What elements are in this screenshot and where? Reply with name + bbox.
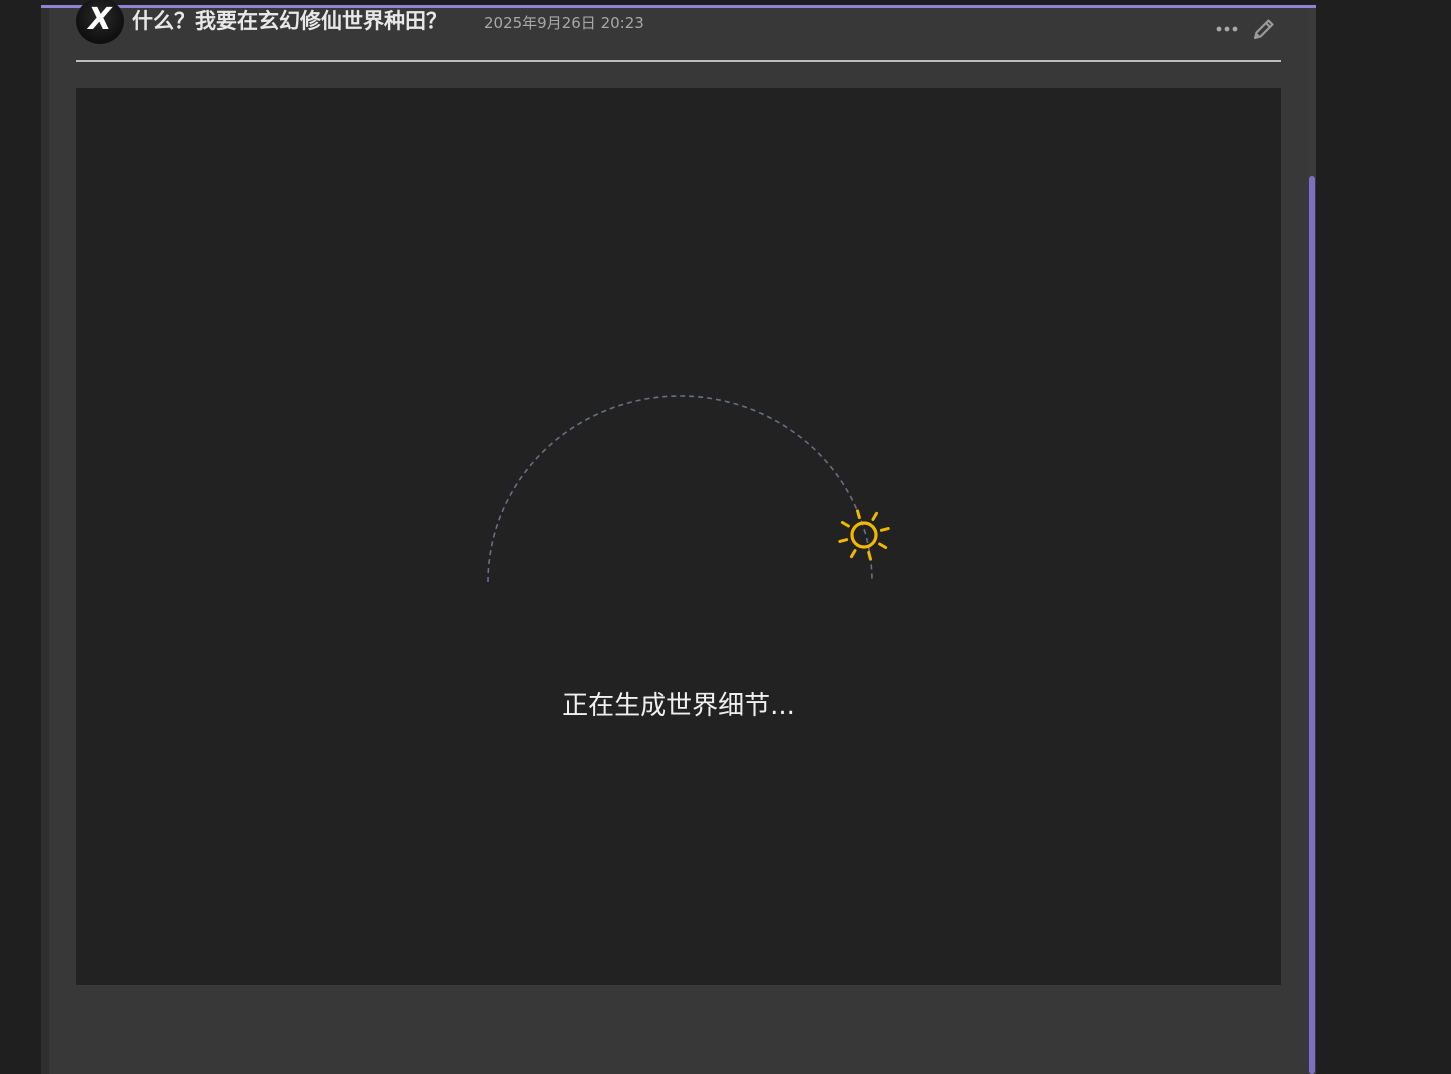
edit-message-button[interactable] [1249, 14, 1279, 44]
avatar-letter: X [88, 2, 112, 37]
message-title: 什么？我要在玄幻修仙世界种田？ [132, 9, 447, 33]
avatar[interactable]: X [76, 0, 124, 44]
message-timestamp: 2025年9月26日 20:23 [484, 14, 644, 32]
loading-status-text: 正在生成世界细节... [562, 691, 795, 721]
more-horizontal-icon [1216, 26, 1238, 32]
panel-left-edge [41, 8, 49, 1074]
sun-icon [838, 509, 890, 561]
header-divider [76, 60, 1281, 62]
sun-arc-path [487, 395, 890, 583]
pencil-icon [1253, 19, 1274, 40]
scrollbar-thumb[interactable] [1309, 176, 1315, 1074]
more-options-button[interactable] [1214, 18, 1240, 40]
